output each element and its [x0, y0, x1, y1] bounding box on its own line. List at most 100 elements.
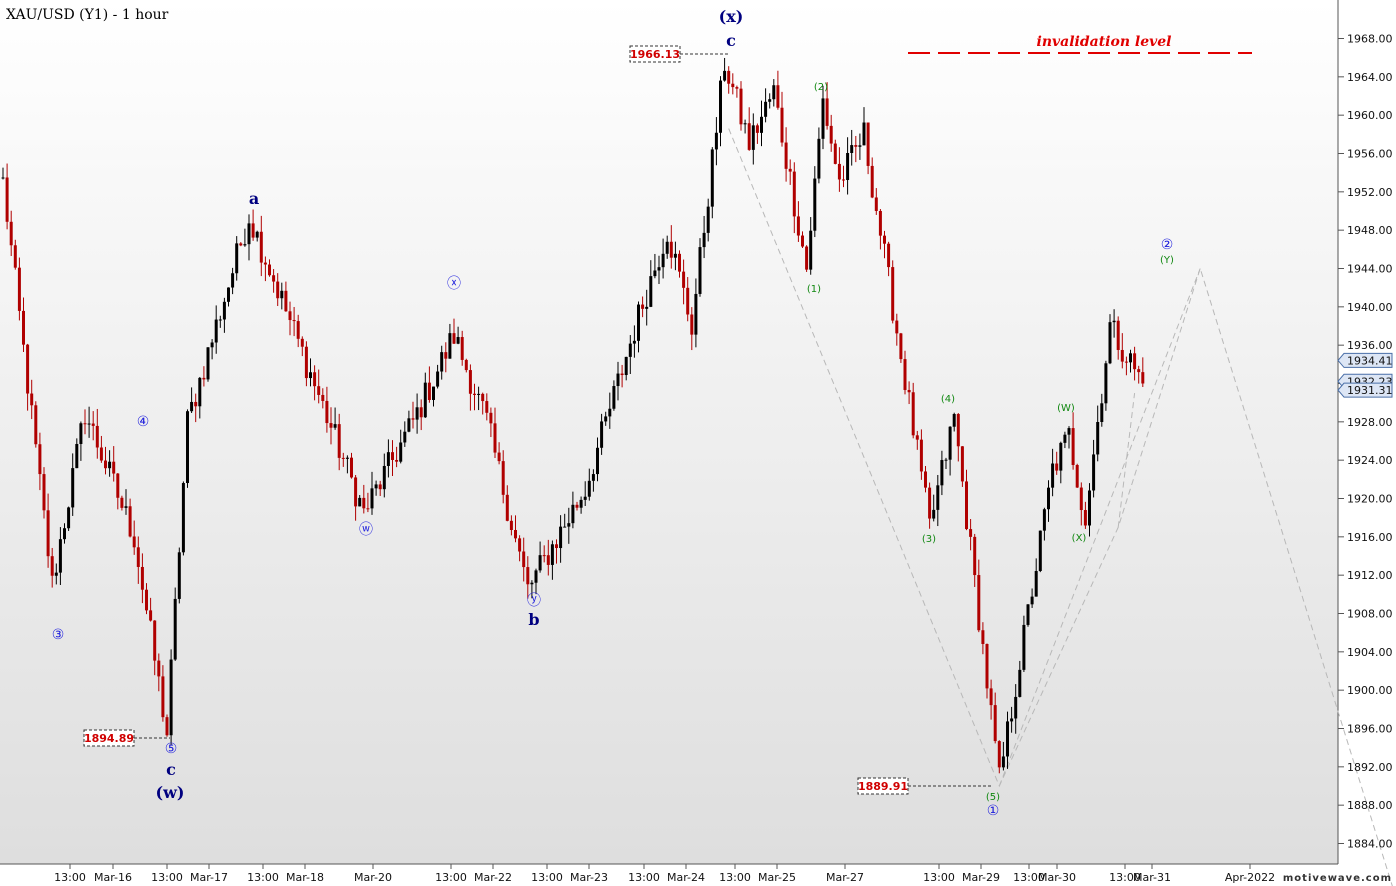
candle-body	[903, 359, 907, 390]
candle-body	[842, 179, 845, 181]
candle-body	[739, 88, 743, 125]
candle-body	[1051, 463, 1055, 488]
candle-body	[177, 552, 181, 599]
x-tick-label: 13:00	[54, 871, 86, 884]
candle-body	[583, 496, 587, 500]
y-tick-label: 1952.00	[1347, 186, 1393, 199]
y-tick-label: 1892.00	[1347, 761, 1393, 774]
candle-body	[706, 206, 710, 233]
candle-body	[460, 337, 464, 360]
candle-body	[407, 418, 411, 432]
candle-body	[727, 70, 731, 84]
candle-body	[378, 484, 382, 490]
candle-body	[710, 149, 714, 207]
candle-body	[497, 452, 501, 462]
candle-body	[1026, 604, 1030, 625]
x-tick-label: Mar-18	[286, 871, 324, 884]
candle-body	[608, 408, 612, 417]
wave-label-minor-5: (5)	[986, 792, 1000, 803]
candle-body	[38, 444, 42, 475]
candle-body	[1018, 669, 1022, 697]
candle-body	[1001, 756, 1005, 768]
candle-body	[735, 87, 739, 89]
candle-body	[542, 555, 546, 557]
candle-body	[714, 132, 718, 150]
candle-body	[866, 122, 870, 166]
candle-body	[1079, 487, 1083, 511]
candle-body	[505, 494, 509, 521]
candle-body	[915, 435, 919, 440]
x-tick-label: Mar-24	[667, 871, 705, 884]
candle-body	[419, 407, 423, 418]
candle-body	[206, 347, 210, 380]
candle-body	[813, 178, 817, 231]
candle-body	[1104, 363, 1108, 404]
candle-body	[928, 487, 932, 519]
candle-body	[374, 484, 378, 489]
candle-body	[5, 177, 9, 222]
candle-body	[411, 418, 415, 420]
candle-body	[75, 443, 79, 469]
candle-body	[366, 508, 370, 510]
candle-body	[952, 414, 956, 427]
candle-body	[161, 676, 165, 718]
candle-body	[231, 273, 235, 288]
candle-body	[386, 452, 390, 466]
y-tick-label: 1912.00	[1347, 569, 1393, 582]
wave-label-circ-3: ③	[52, 627, 65, 643]
candle-body	[788, 168, 792, 172]
candle-body	[878, 210, 882, 236]
candle-body	[58, 539, 62, 573]
candle-body	[571, 504, 575, 524]
x-tick-label: 13:00	[435, 871, 467, 884]
candle-body	[1075, 464, 1079, 488]
candle-body	[235, 243, 239, 274]
candle-body	[157, 660, 161, 677]
level-label-w-low: 1894.89	[84, 732, 134, 745]
x-tick-label: Apr-2022	[1225, 871, 1275, 884]
candle-body	[272, 275, 276, 282]
y-tick-label: 1920.00	[1347, 493, 1393, 506]
candle-body	[809, 230, 813, 270]
candle-body	[17, 267, 21, 311]
candle-body	[755, 125, 759, 133]
candle-body	[657, 267, 661, 271]
candle-body	[1092, 454, 1096, 491]
invalidation-label: invalidation level	[1037, 34, 1172, 50]
wave-label-c-bottom: c	[166, 760, 176, 779]
candle-body	[440, 352, 444, 372]
candle-body	[796, 216, 800, 236]
x-tick-label: 13:00	[531, 871, 563, 884]
candle-body	[436, 371, 440, 387]
candle-body	[427, 382, 431, 400]
candle-body	[415, 407, 419, 420]
candle-body	[309, 372, 312, 379]
candle-body	[329, 423, 333, 428]
candle-body	[776, 85, 780, 108]
candle-body	[304, 346, 308, 379]
candle-body	[989, 688, 993, 706]
candle-body	[965, 481, 968, 530]
candle-body	[485, 401, 489, 413]
candle-body	[772, 85, 776, 100]
candle-body	[973, 536, 977, 576]
candle-body	[104, 460, 107, 469]
plot-background	[0, 0, 1338, 864]
candle-body	[924, 471, 927, 488]
candle-body	[678, 253, 681, 272]
candle-body	[555, 544, 558, 549]
y-tick-label: 1884.00	[1347, 838, 1393, 851]
candle-body	[136, 547, 140, 567]
y-tick-label: 1924.00	[1347, 454, 1393, 467]
candle-body	[895, 320, 899, 334]
candle-body	[616, 373, 620, 387]
y-tick-label: 1916.00	[1347, 531, 1393, 544]
candle-body	[116, 473, 120, 498]
candle-body	[1063, 434, 1067, 443]
x-tick-label: Mar-20	[354, 871, 392, 884]
candle-body	[345, 457, 349, 459]
candle-body	[325, 400, 329, 424]
candle-body	[1112, 320, 1116, 323]
candle-body	[534, 570, 538, 583]
candle-body	[280, 290, 284, 299]
